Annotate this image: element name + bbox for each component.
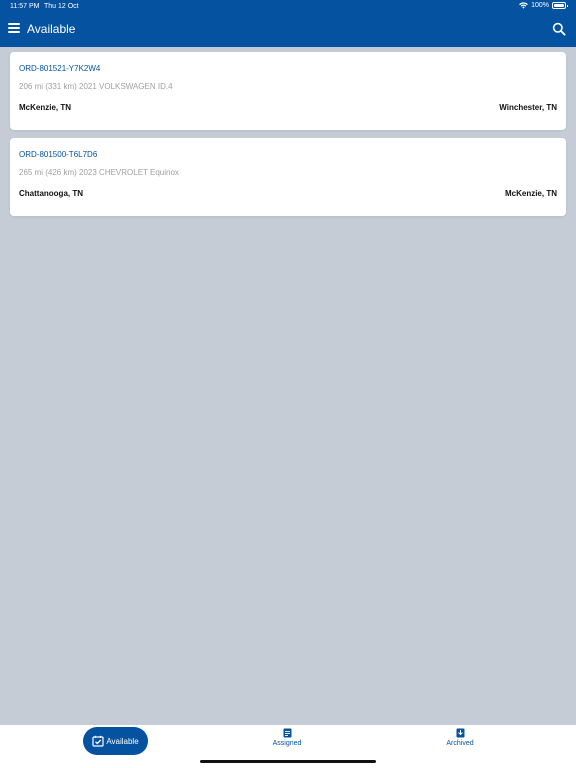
tab-assigned-label: Assigned: [272, 740, 302, 747]
clipboard-icon: [283, 728, 291, 738]
status-time: 11:57 PM: [10, 3, 40, 10]
status-bar: 11:57 PM Thu 12 Oct 100%: [0, 0, 576, 14]
archive-box-icon: [456, 728, 464, 738]
wifi-icon: [519, 2, 528, 9]
menu-icon[interactable]: [8, 23, 20, 33]
status-right: 100%: [519, 2, 568, 9]
search-icon[interactable]: [552, 22, 566, 36]
orders-list: ORD-801521-Y7K2W4 206 mi (331 km) 2021 V…: [10, 52, 566, 224]
calendar-check-icon: [92, 735, 104, 747]
order-card[interactable]: ORD-801500-T6L7D6 265 mi (426 km) 2023 C…: [10, 138, 566, 216]
status-date: Thu 12 Oct: [44, 3, 79, 10]
order-destination: Winchester, TN: [499, 103, 557, 112]
battery-icon: [552, 2, 568, 9]
nav-bar: Available: [0, 14, 576, 47]
order-destination: McKenzie, TN: [504, 189, 557, 198]
tab-archived-label: Archived: [446, 740, 474, 747]
tab-available[interactable]: Available: [83, 727, 148, 755]
tab-available-label: Available: [106, 736, 139, 746]
order-id: ORD-801500-T6L7D6: [19, 150, 98, 159]
order-description: 265 mi (426 km) 2023 CHEVROLET Equinox: [19, 168, 179, 177]
app-header: 11:57 PM Thu 12 Oct 100% Available: [0, 0, 576, 47]
page-title: Available: [27, 22, 76, 36]
order-origin: Chattanooga, TN: [19, 189, 83, 198]
home-indicator: [200, 760, 376, 763]
tab-archived[interactable]: Archived: [420, 728, 500, 747]
tab-assigned[interactable]: Assigned: [247, 728, 327, 747]
battery-fill: [554, 4, 564, 7]
order-origin: McKenzie, TN: [19, 103, 72, 112]
order-id: ORD-801521-Y7K2W4: [19, 64, 101, 73]
battery-percent: 100%: [531, 2, 549, 9]
order-description: 206 mi (331 km) 2021 VOLKSWAGEN ID.4: [19, 82, 173, 91]
order-card[interactable]: ORD-801521-Y7K2W4 206 mi (331 km) 2021 V…: [10, 52, 566, 130]
